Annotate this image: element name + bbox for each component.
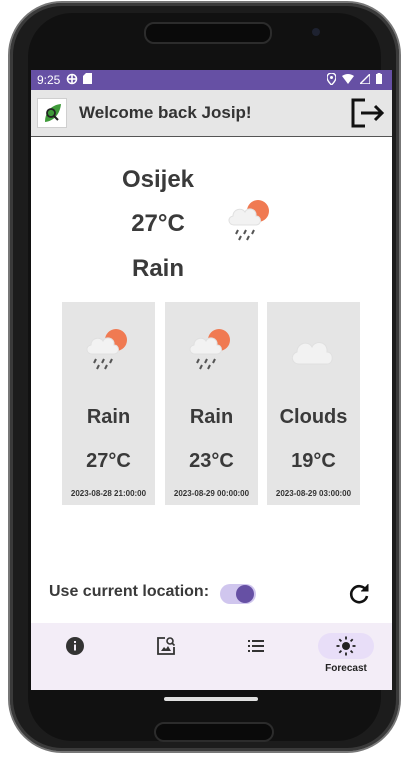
forecast-temperature: 19°C xyxy=(291,450,336,472)
nav-image-search[interactable] xyxy=(138,623,194,690)
city-name: Osijek xyxy=(121,166,195,193)
use-location-label: Use current location: xyxy=(49,583,210,600)
forecast-temperature: 27°C xyxy=(86,450,131,472)
forecast-card: Rain 27°C 2023-08-28 21:00:00 xyxy=(62,302,155,505)
logout-icon xyxy=(351,98,385,128)
forecast-card: Clouds 19°C 2023-08-29 03:00:00 xyxy=(267,302,360,505)
toggle-knob xyxy=(236,585,254,603)
location-status-icon xyxy=(326,71,337,88)
bottom-navigation: Forecast xyxy=(31,623,392,690)
cloud-icon xyxy=(287,324,339,377)
earpiece-speaker xyxy=(144,22,272,44)
nav-forecast[interactable]: Forecast xyxy=(318,623,374,690)
forecast-condition: Rain xyxy=(189,406,234,428)
signal-icon xyxy=(358,71,371,87)
status-time: 9:25 xyxy=(37,73,61,87)
forecast-datetime: 2023-08-29 03:00:00 xyxy=(275,489,352,498)
forecast-datetime: 2023-08-28 21:00:00 xyxy=(70,489,147,498)
vpn-icon xyxy=(66,73,78,88)
sd-card-icon xyxy=(83,73,93,87)
list-icon xyxy=(248,640,264,652)
use-location-toggle[interactable] xyxy=(220,584,256,604)
app-bar: Welcome back Josip! xyxy=(31,90,392,137)
rain-cloud-sun-icon xyxy=(224,195,276,248)
refresh-icon xyxy=(349,584,369,604)
logout-button[interactable] xyxy=(348,93,388,133)
welcome-text: Welcome back Josip! xyxy=(79,103,252,122)
current-condition: Rain xyxy=(131,255,184,282)
image-search-icon xyxy=(157,637,176,655)
forecast-temperature: 23°C xyxy=(189,450,234,472)
front-camera xyxy=(312,28,320,36)
info-icon xyxy=(66,637,84,655)
nav-forecast-label: Forecast xyxy=(325,663,367,674)
battery-icon xyxy=(376,73,382,87)
home-indicator[interactable] xyxy=(164,697,258,701)
bottom-speaker xyxy=(154,722,274,742)
status-bar: 9:25 xyxy=(31,70,392,90)
rain-cloud-sun-icon xyxy=(185,324,237,377)
rain-cloud-sun-icon xyxy=(82,324,134,377)
app-logo-icon xyxy=(37,98,67,128)
forecast-datetime: 2023-08-29 00:00:00 xyxy=(173,489,250,498)
forecast-condition: Rain xyxy=(86,406,131,428)
app-screen: 9:25 Welcome back Josip! Osijek 27°C Rai… xyxy=(31,70,392,690)
nav-list[interactable] xyxy=(228,623,284,690)
forecast-card: Rain 23°C 2023-08-29 00:00:00 xyxy=(165,302,258,505)
current-temperature: 27°C xyxy=(131,210,185,237)
refresh-button[interactable] xyxy=(347,582,371,606)
wifi-icon xyxy=(342,73,354,87)
sun-icon xyxy=(336,636,356,656)
forecast-condition: Clouds xyxy=(279,406,348,428)
nav-info[interactable] xyxy=(47,623,103,690)
